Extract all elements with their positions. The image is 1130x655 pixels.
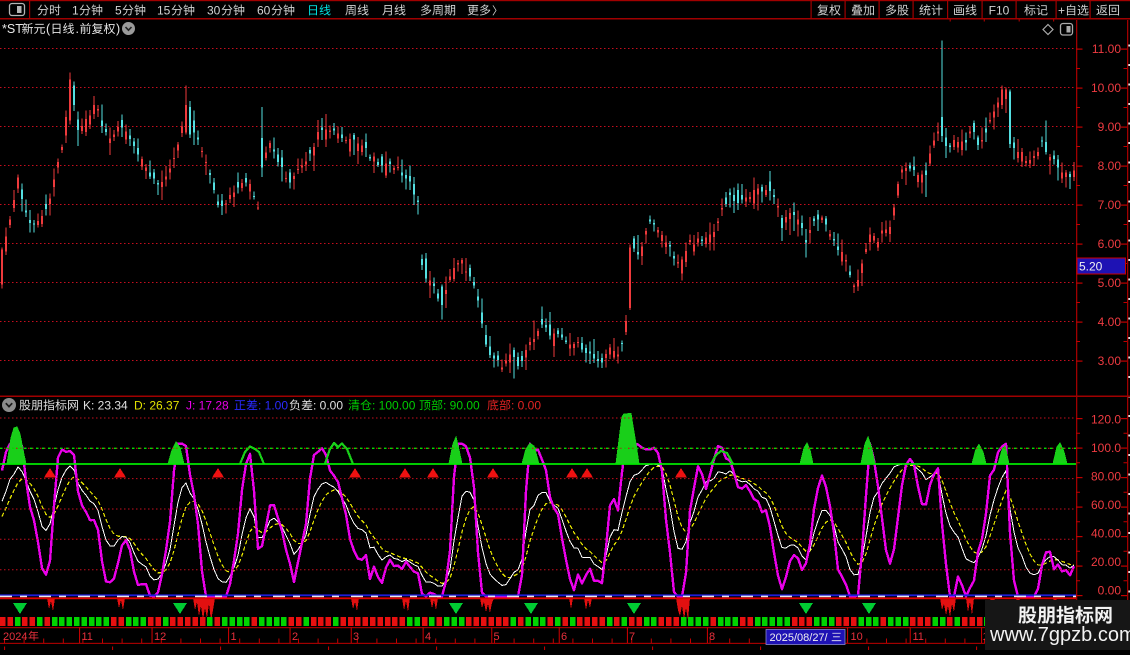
svg-text:80.00: 80.00 bbox=[1091, 470, 1121, 484]
svg-text:+: + bbox=[1058, 4, 1065, 18]
svg-text:8.00: 8.00 bbox=[1098, 159, 1122, 173]
svg-text:5.20: 5.20 bbox=[1079, 260, 1103, 274]
svg-text:7.00: 7.00 bbox=[1098, 198, 1122, 212]
svg-text:5: 5 bbox=[115, 4, 122, 18]
svg-text:4.00: 4.00 bbox=[1098, 315, 1122, 329]
svg-text:2: 2 bbox=[292, 631, 298, 643]
svg-text:): ) bbox=[116, 22, 120, 36]
svg-text:J: 17.28: J: 17.28 bbox=[186, 399, 229, 413]
svg-text:F10: F10 bbox=[989, 4, 1010, 18]
svg-text:11.00: 11.00 bbox=[1092, 42, 1121, 56]
svg-text:1: 1 bbox=[72, 4, 79, 18]
svg-text:5.00: 5.00 bbox=[1098, 276, 1122, 290]
svg-text:11: 11 bbox=[913, 631, 924, 643]
svg-text:60: 60 bbox=[257, 4, 271, 18]
svg-text:11: 11 bbox=[82, 631, 93, 643]
svg-text:: 100.00: : 100.00 bbox=[372, 399, 416, 413]
svg-text:5: 5 bbox=[494, 631, 500, 643]
svg-text:30: 30 bbox=[207, 4, 221, 18]
svg-text:9.00: 9.00 bbox=[1098, 120, 1122, 134]
svg-text:10: 10 bbox=[851, 631, 863, 643]
svg-text:15: 15 bbox=[157, 4, 171, 18]
svg-text:2024: 2024 bbox=[3, 631, 27, 643]
svg-text:20.00: 20.00 bbox=[1091, 555, 1121, 569]
svg-text:: 0.00: : 0.00 bbox=[511, 399, 541, 413]
svg-text:2025/08/27/: 2025/08/27/ bbox=[770, 632, 829, 644]
svg-text:K: 23.34: K: 23.34 bbox=[83, 399, 128, 413]
svg-text:60.00: 60.00 bbox=[1091, 498, 1121, 512]
svg-text:4: 4 bbox=[425, 631, 431, 643]
svg-text:6: 6 bbox=[561, 631, 567, 643]
svg-text:0.00: 0.00 bbox=[1098, 583, 1122, 597]
svg-text:100.0: 100.0 bbox=[1091, 441, 1121, 455]
svg-text:.: . bbox=[76, 22, 79, 36]
svg-text:3.00: 3.00 bbox=[1098, 354, 1122, 368]
svg-text:12: 12 bbox=[154, 631, 166, 643]
svg-text:*ST: *ST bbox=[2, 22, 23, 36]
svg-text:3: 3 bbox=[353, 631, 359, 643]
svg-text:6.00: 6.00 bbox=[1098, 237, 1122, 251]
svg-text:: 0.00: : 0.00 bbox=[313, 399, 343, 413]
svg-text:1: 1 bbox=[231, 631, 237, 643]
svg-text:120.0: 120.0 bbox=[1091, 413, 1121, 427]
svg-text:8: 8 bbox=[709, 631, 715, 643]
svg-text:10.00: 10.00 bbox=[1091, 81, 1121, 95]
svg-text:: 90.00: : 90.00 bbox=[443, 399, 480, 413]
svg-text:www.7gpzb.com: www.7gpzb.com bbox=[989, 624, 1130, 646]
svg-text:40.00: 40.00 bbox=[1091, 526, 1121, 540]
svg-text:7: 7 bbox=[629, 631, 635, 643]
svg-text:: 1.00: : 1.00 bbox=[258, 399, 288, 413]
svg-text:D: 26.37: D: 26.37 bbox=[134, 399, 180, 413]
